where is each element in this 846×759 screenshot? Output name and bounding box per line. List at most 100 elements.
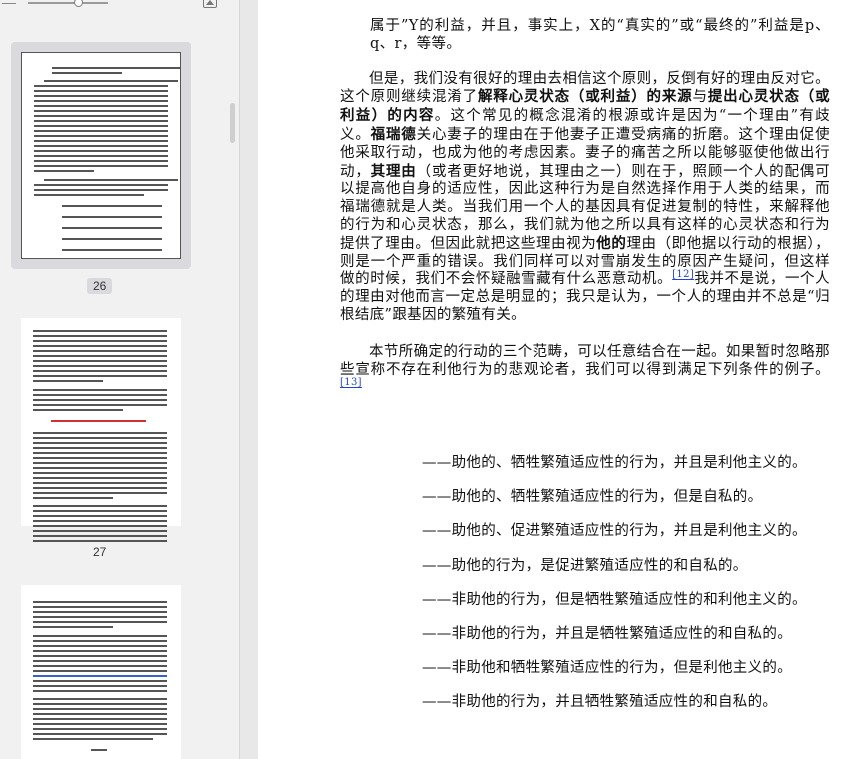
thumbnail-line (33, 370, 167, 372)
text-run: 本节所确定的行动的三个范畴，可以任意结合在一起。如果暂时忽略那些宣称不存在利他行… (340, 343, 830, 378)
thumbnail-line (33, 457, 167, 459)
image-icon[interactable] (203, 0, 217, 8)
thumbnail-line (33, 626, 113, 628)
footnote-link-13[interactable]: [13] (340, 378, 362, 389)
thumbnail-line (33, 477, 167, 479)
thumbnail-line (62, 249, 162, 251)
thumbnail-line (33, 394, 167, 396)
thumbnail-line (33, 437, 167, 439)
thumbnail-line (33, 487, 167, 489)
zoom-out-icon[interactable] (2, 0, 16, 4)
list-item: ——非助他的行为，但是牺牲繁殖适应性的和利他主义的。 (422, 591, 807, 608)
list-item: ——助他的、牺牲繁殖适应性的行为，并且是利他主义的。 (422, 455, 807, 471)
thumbnail-line (33, 650, 167, 652)
thumbnail-line (33, 447, 167, 449)
thumbnail-line (33, 340, 167, 342)
thumbnail-line (34, 130, 168, 132)
thumbnail-line (51, 420, 146, 422)
thumbnail-page-27[interactable] (21, 318, 181, 542)
thumbnail-line (34, 170, 94, 172)
thumbnail-line (44, 80, 178, 82)
thumbnail-line (33, 365, 167, 367)
thumbnail-line (33, 660, 167, 662)
sidebar-scrollbar[interactable] (230, 103, 235, 143)
thumbnail-page-28[interactable] (21, 585, 181, 759)
document-page: 属于”Y的利益，并且，事实上，X的“真实的”或“最终的”利益是p、q、r，等等。… (258, 0, 846, 759)
list-item: ——助他的行为，是促进繁殖适应性的和自私的。 (422, 557, 748, 574)
thumbnail-line (33, 525, 167, 527)
thumbnail-line (34, 160, 168, 162)
thumbnail-line (33, 723, 167, 725)
thumbnail-line (34, 150, 168, 152)
thumbnail-line (33, 655, 167, 657)
thumbnail-line (33, 360, 167, 362)
thumbnail-line (33, 535, 167, 537)
thumbnail-line (33, 409, 123, 411)
thumbnail-line (34, 85, 168, 87)
zoom-slider-handle[interactable] (74, 0, 83, 7)
bold-run: 他的 (596, 234, 627, 252)
thumbnail-line (62, 216, 162, 218)
thumbnail-line (33, 708, 167, 710)
thumbnail-line (33, 389, 167, 391)
thumbnail-line (33, 462, 167, 464)
paragraph-intro: 属于”Y的利益，并且，事实上，X的“真实的”或“最终的”利益是p、q、r，等等。 (370, 18, 830, 52)
footnote-link-12[interactable]: [12] (672, 270, 694, 281)
thumbnail-line (34, 95, 168, 97)
thumbnail-line (33, 467, 167, 469)
thumbnail-line (33, 690, 167, 692)
document-viewer[interactable]: 属于”Y的利益，并且，事实上，X的“真实的”或“最终的”利益是p、q、r，等等。… (240, 0, 846, 759)
thumbnail-line (52, 67, 180, 69)
thumbnail-line (33, 399, 167, 401)
thumbnail-line (62, 238, 162, 240)
thumbnail-line (34, 140, 168, 142)
thumbnail-page-label: 27 (93, 545, 107, 559)
paragraph-principle: 但是，我们没有很好的理由去相信这个原则，反倒有好的理由反对它。这个原则继续混淆了… (340, 71, 830, 325)
thumbnail-line (33, 635, 167, 637)
thumbnail-line (34, 135, 168, 137)
thumbnail-line (33, 452, 167, 454)
thumbnail-line (33, 675, 167, 677)
thumbnail-zoom-slider[interactable] (28, 0, 108, 7)
text-run: 与 (692, 89, 708, 106)
list-item: ——助他的、促进繁殖适应性的行为，并且是利他主义的。 (422, 523, 807, 540)
thumbnail-line (34, 155, 168, 157)
thumbnail-line (33, 698, 167, 700)
thumbnail-line (33, 442, 167, 444)
thumbnail-line (34, 105, 168, 107)
thumbnail-line (34, 165, 168, 167)
thumbnail-line (33, 685, 167, 687)
thumbnail-line (33, 375, 167, 377)
thumbnail-line (33, 645, 167, 647)
paragraph-categories: 本节所确定的行动的三个范畴，可以任意结合在一起。如果暂时忽略那些宣称不存在利他行… (340, 344, 830, 397)
thumbnail-line (91, 749, 107, 751)
thumbnail-line (33, 616, 167, 618)
thumbnail-line (33, 733, 167, 735)
thumbnail-line (33, 345, 167, 347)
bold-run: 解释心灵状态（或利益）的来源 (477, 88, 693, 106)
thumbnail-preview (21, 52, 181, 259)
thumbnail-line (33, 492, 167, 494)
thumbnail-line (33, 505, 167, 507)
thumbnail-line (33, 510, 167, 512)
thumbnail-page-26[interactable] (11, 42, 191, 269)
thumbnail-line (33, 738, 153, 740)
thumbnail-line (34, 115, 168, 117)
page-body: 属于”Y的利益，并且，事实上，X的“真实的”或“最终的”利益是p、q、r，等等。… (340, 18, 830, 416)
thumbnail-sidebar: 26 27 (0, 0, 240, 759)
thumbnail-line (62, 227, 162, 229)
example-list: ——助他的、牺牲繁殖适应性的行为，并且是利他主义的。 ——助他的、牺牲繁殖适应性… (422, 451, 842, 725)
bold-run: 其理由 (370, 162, 417, 180)
list-item: ——非助他的行为，并且牺牲繁殖适应性的和自私的。 (422, 694, 778, 711)
thumbnail-line (33, 497, 113, 499)
page-gutter (240, 0, 258, 759)
bold-run: 福瑞德 (370, 125, 417, 143)
thumbnail-line (33, 621, 167, 623)
thumbnail-line (33, 540, 167, 542)
thumbnail-line (34, 145, 168, 147)
thumbnail-line (33, 670, 167, 672)
thumbnail-line (34, 100, 168, 102)
thumbnail-line (34, 90, 168, 92)
thumbnail-line (33, 482, 167, 484)
thumbnail-line (33, 330, 167, 332)
